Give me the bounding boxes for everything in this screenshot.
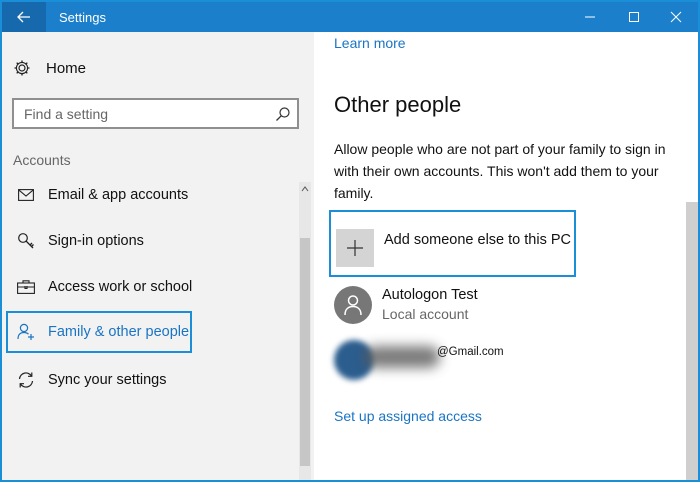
set-up-assigned-access-link[interactable]: Set up assigned access [334,408,482,424]
account-type: Local account [382,306,469,322]
sidebar-item-family-other-people[interactable]: Family & other people [6,311,192,353]
close-button[interactable] [654,2,698,32]
add-someone-label: Add someone else to this PC [384,232,571,248]
mail-icon [14,185,38,205]
scroll-up-icon[interactable] [300,184,310,194]
add-tile [336,229,374,267]
close-icon [670,11,682,23]
search-input[interactable] [24,105,264,123]
minimize-icon [585,16,595,18]
key-icon [14,231,38,251]
sidebar-item-home[interactable]: Home [12,58,86,78]
blurred-account[interactable] [334,338,444,380]
search-icon[interactable] [275,106,291,122]
sidebar-item-label: Email & app accounts [48,187,189,203]
description-text: Allow people who are not part of your fa… [334,141,666,201]
learn-more-link[interactable]: Learn more [334,35,406,51]
settings-window: Settings Home Find a setting Accounts Em… [0,0,700,482]
sidebar-item-label: Access work or school [48,279,193,295]
briefcase-icon [14,277,38,297]
search-box[interactable] [12,98,299,129]
content-pane: Learn more Other people Allow people who… [314,32,698,480]
blurred-name [364,346,440,368]
page-title: Other people [334,92,462,117]
minimize-button[interactable] [568,2,612,32]
sidebar-item-access-work-school[interactable]: Access work or school [6,266,292,308]
gear-icon [12,58,32,78]
home-label: Home [46,59,87,77]
account-email: @Gmail.com [437,346,504,358]
sidebar-item-label: Family & other people [48,324,190,340]
user-icon [344,295,362,316]
sidebar-item-label: Sync your settings [48,372,167,388]
sidebar: Home Accounts Email & app accounts Sign-… [2,32,314,480]
sidebar-item-email-app-accounts[interactable]: Email & app accounts [6,174,292,216]
sync-icon [14,370,38,390]
window-title: Settings [59,10,106,25]
maximize-icon [629,12,639,22]
account-name: Autologon Test [382,287,478,303]
sidebar-item-sign-in-options[interactable]: Sign-in options [6,220,292,262]
avatar [334,286,372,324]
content-scrollbar[interactable] [686,202,698,480]
sidebar-item-label: Sign-in options [48,233,144,249]
scrollbar-thumb[interactable] [300,238,310,466]
account-item[interactable]: Autologon Test Local account [334,286,478,324]
plus-icon [347,240,363,256]
back-arrow-icon [17,11,30,23]
sidebar-scrollbar[interactable] [299,182,311,480]
section-title: Accounts [13,152,71,168]
sidebar-item-sync-settings[interactable]: Sync your settings [6,359,292,401]
title-bar: Settings [2,2,698,32]
back-button[interactable] [2,2,46,32]
add-someone-button[interactable]: Add someone else to this PC [329,210,576,277]
maximize-button[interactable] [612,2,656,32]
person-add-icon [14,322,38,342]
